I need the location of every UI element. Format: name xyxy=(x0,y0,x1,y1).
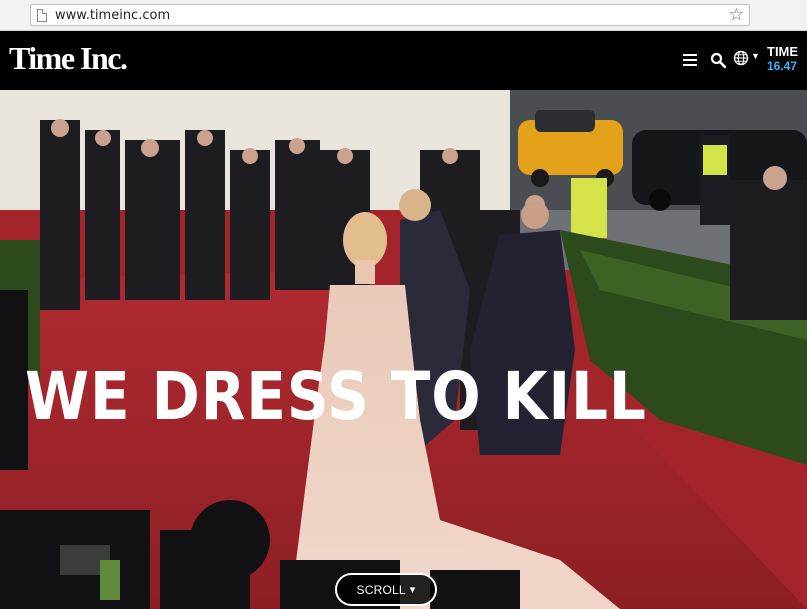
stock-ticker-value: 16.47 xyxy=(767,59,798,73)
globe-icon[interactable] xyxy=(733,50,749,66)
hero-banner: WE DRESS TO KILL SCROLL ▾ xyxy=(0,90,807,609)
url-text[interactable]: www.timeinc.com xyxy=(55,8,170,23)
hero-photo xyxy=(0,90,807,609)
chevron-down-icon: ▾ xyxy=(409,584,416,596)
scroll-button[interactable]: SCROLL ▾ xyxy=(335,573,437,606)
stock-ticker-name[interactable]: TIME xyxy=(767,44,798,59)
bookmark-star-icon[interactable]: ☆ xyxy=(729,6,744,24)
search-icon[interactable] xyxy=(710,52,726,68)
address-bar[interactable]: www.timeinc.com ☆ xyxy=(30,4,750,26)
site-header: Time Inc. ▼ TIME 16.47 xyxy=(0,31,807,90)
hero-headline: WE DRESS TO KILL xyxy=(25,358,647,435)
scroll-label: SCROLL xyxy=(356,582,406,597)
page-icon xyxy=(37,8,47,22)
site-logo[interactable]: Time Inc. xyxy=(9,40,128,77)
menu-icon[interactable] xyxy=(683,54,697,66)
chevron-down-icon[interactable]: ▼ xyxy=(751,51,760,61)
browser-toolbar: www.timeinc.com ☆ xyxy=(0,0,807,31)
